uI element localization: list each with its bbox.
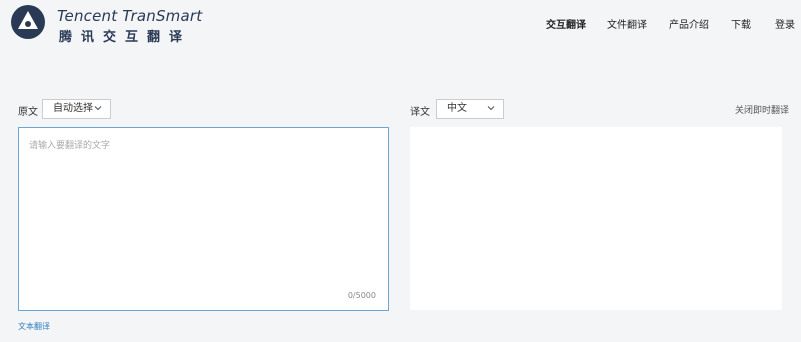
target-language-value: 中文: [447, 103, 467, 114]
character-counter: 0/5000: [347, 291, 376, 300]
source-label: 原文: [18, 107, 38, 118]
logo-wordmark-cn: 腾讯交互翻译: [59, 30, 192, 45]
source-language-value: 自动选择: [53, 103, 93, 114]
tencent-transmart-logo-icon: [11, 5, 45, 39]
nav-item-product-intro[interactable]: 产品介绍: [669, 16, 709, 31]
nav-item-login[interactable]: 登录: [775, 16, 795, 31]
text-translation-link[interactable]: 文本翻译: [18, 321, 50, 332]
chevron-down-icon: [94, 106, 102, 111]
target-label: 译文: [410, 107, 430, 118]
brand-logo[interactable]: Tencent TranSmart 腾讯交互翻译: [10, 4, 210, 45]
chevron-down-icon: [487, 106, 495, 111]
target-language-select[interactable]: 中文: [436, 99, 504, 119]
source-language-select[interactable]: 自动选择: [42, 99, 111, 119]
nav-item-interactive-translation[interactable]: 交互翻译: [546, 16, 586, 31]
toggle-instant-translation[interactable]: 关闭即时翻译: [735, 103, 789, 116]
source-text-input[interactable]: [29, 138, 379, 278]
logo-wordmark-en: Tencent TranSmart: [57, 7, 203, 25]
nav-item-file-translation[interactable]: 文件翻译: [607, 16, 647, 31]
translation-output-panel: [410, 127, 782, 310]
nav-item-download[interactable]: 下载: [731, 16, 751, 31]
source-text-panel: 0/5000: [18, 127, 389, 311]
